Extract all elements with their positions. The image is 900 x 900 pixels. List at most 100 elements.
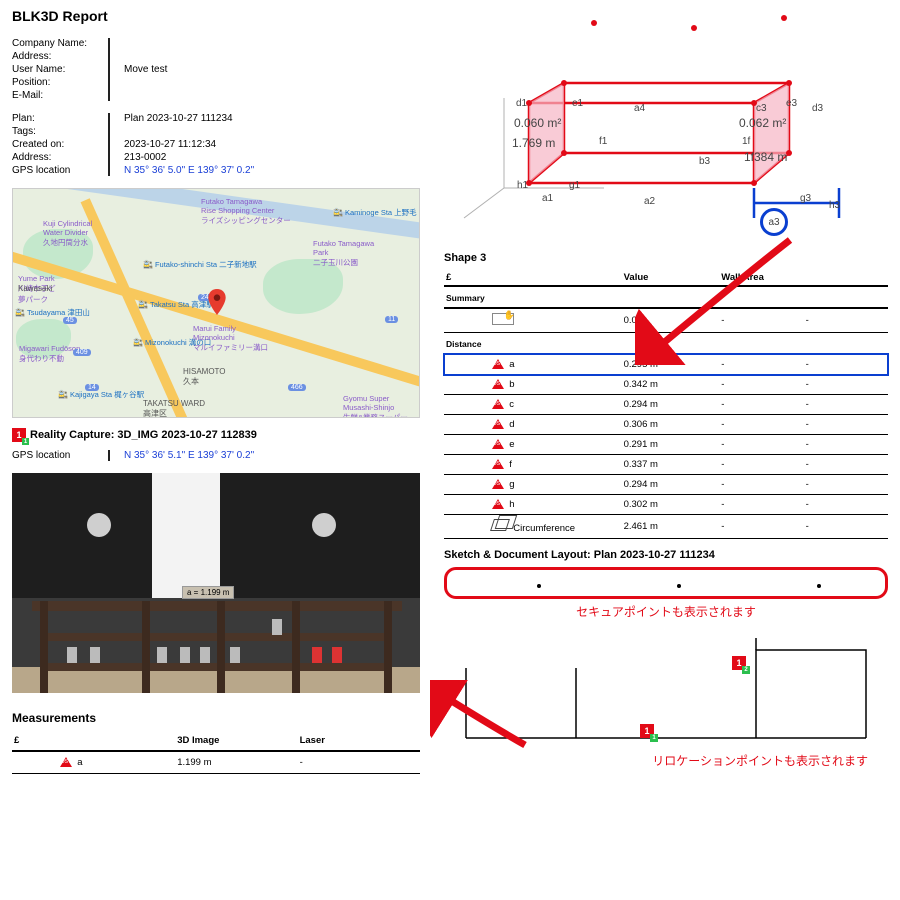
row-name: e	[509, 439, 514, 450]
d3-a4: a4	[634, 103, 645, 114]
row-name: f	[509, 459, 512, 470]
row-val: 0.302 m	[622, 495, 720, 515]
row-val: 0.291 m	[622, 435, 720, 455]
rc-gps-label: GPS location	[12, 450, 108, 461]
poi-gyomu: Gyomu Super Musashi-Shinjo 生鮮&業務スーパー	[343, 394, 408, 418]
sec-summary: Summary	[444, 286, 888, 308]
d3-c3: c3	[756, 103, 767, 114]
circ-label: Circumference	[513, 523, 575, 534]
rc-gps-value[interactable]: N 35° 36' 5.1" E 139° 37' 0.2"	[124, 450, 254, 461]
d3-len2: 1f384 m	[744, 150, 787, 164]
reality-capture-icon: 11	[12, 428, 26, 442]
value-created: 2023-10-27 11:12:34	[124, 139, 254, 150]
table-row: DST a 1.199 m -	[12, 751, 420, 774]
d3-1f: 1f	[742, 136, 750, 147]
table-row: DST d0.306 m--	[444, 415, 888, 435]
label-created: Created on:	[12, 139, 108, 150]
d3-g1: g1	[569, 180, 580, 191]
shape-col2: Value	[622, 268, 720, 286]
row-name: c	[509, 399, 514, 410]
table-row: DST b0.342 m--	[444, 375, 888, 395]
meas-col2: 3D Image	[175, 731, 297, 751]
d3-b3: b3	[699, 156, 710, 167]
row-val: 0.294 m	[622, 475, 720, 495]
table-row: Circumference 2.461 m--	[444, 515, 888, 539]
annotation-relocation-text: リロケーションポイントも表示されます	[444, 752, 888, 769]
annotation-rect-secure	[444, 567, 888, 599]
relocation-point-icon: 12	[732, 656, 746, 670]
value-gps[interactable]: N 35° 36' 5.0" E 139° 37' 0.2"	[124, 165, 254, 176]
table-row: DST a0.295 m--	[444, 354, 888, 375]
stn-futako: Futako-shinchi Sta 二子新地駅	[143, 259, 257, 270]
circumference-icon	[490, 519, 510, 531]
d3-f1: f1	[599, 136, 607, 147]
sec-distance: Distance	[444, 333, 888, 355]
d3-h3: h3	[829, 200, 840, 211]
label-email: E-Mail:	[12, 90, 108, 101]
shape-title: Shape 3	[444, 252, 888, 264]
label-position: Position:	[12, 77, 108, 88]
distance-icon: DST	[492, 419, 504, 429]
distance-icon: DST	[492, 439, 504, 449]
shape-table: £ Value Wall Area Summary 0.0-- Distance…	[444, 268, 888, 539]
label-company: Company Name:	[12, 38, 108, 49]
lbl-kawasaki: Kawasaki	[18, 284, 52, 293]
measurements-title: Measurements	[12, 711, 420, 725]
meas-col1: £	[12, 731, 175, 751]
report-title: BLK3D Report	[12, 8, 420, 24]
d3-a1: a1	[542, 193, 553, 204]
stn-kaminoge: Kaminoge Sta 上野毛	[333, 207, 417, 218]
shape-col1: £	[444, 268, 622, 286]
map[interactable]: Kuji Cylindrical Water Divider 久地円筒分水 Yu…	[12, 188, 420, 418]
reality-capture-title: Reality Capture: 3D_IMG 2023-10-27 11283…	[30, 429, 257, 441]
circ-val: 2.461 m	[622, 515, 720, 539]
label-user: User Name:	[12, 64, 108, 75]
row-name: d	[509, 419, 514, 430]
meas-row-val: 1.199 m	[175, 751, 297, 774]
table-row: DST e0.291 m--	[444, 435, 888, 455]
poi-futako-sc: Futako Tamagawa Rise Shopping Center ライズ…	[201, 197, 291, 226]
d3-e3: e3	[786, 98, 797, 109]
distance-icon: DST	[492, 359, 504, 369]
table-row: DST h0.302 m--	[444, 495, 888, 515]
d3-len1: 1.769 m	[512, 136, 555, 150]
stn-tsudayama: Tsudayama 津田山	[15, 307, 90, 318]
shape-3d-diagram: d1 e1 a4 c3 e3 d3 0.060 m² 0.062 m² 1.76…	[444, 8, 864, 248]
table-row: DST g0.294 m--	[444, 475, 888, 495]
table-row: DST c0.294 m--	[444, 395, 888, 415]
row-name: b	[509, 379, 514, 390]
annotation-circle-a3: a3	[760, 208, 788, 236]
road-14: 14	[85, 384, 99, 391]
row-name: a	[509, 359, 514, 370]
d3-area2: 0.062 m²	[739, 116, 786, 130]
row-val: 0.342 m	[622, 375, 720, 395]
company-block: Company Name: Address: User Name: Positi…	[12, 38, 420, 101]
lbl-hisamoto: HISAMOTO 久本	[183, 367, 226, 387]
d3-a2: a2	[644, 196, 655, 207]
distance-icon: DST	[60, 757, 72, 767]
value-user: Move test	[124, 64, 167, 75]
d3-e1: e1	[572, 98, 583, 109]
meas-row-laser: -	[298, 751, 420, 774]
map-pin-icon	[208, 289, 226, 315]
row-name: g	[509, 479, 514, 490]
summary-val: 0.0	[622, 308, 720, 333]
meas-row-name: a	[77, 757, 82, 768]
label-planaddr: Address:	[12, 152, 108, 163]
row-name: h	[509, 499, 514, 510]
distance-icon: DST	[492, 379, 504, 389]
label-address: Address:	[12, 51, 108, 62]
sketch-title: Sketch & Document Layout: Plan 2023-10-2…	[444, 549, 888, 561]
distance-icon: DST	[492, 459, 504, 469]
label-tags: Tags:	[12, 126, 108, 137]
table-row: 0.0--	[444, 308, 888, 333]
lbl-takatsu-ward: TAKATSU WARD 高津区	[143, 399, 205, 418]
distance-icon: DST	[492, 399, 504, 409]
value-plan: Plan 2023-10-27 111234	[124, 113, 254, 124]
meas-col3: Laser	[298, 731, 420, 751]
d3-d3: d3	[812, 103, 823, 114]
d3-d1: d1	[516, 98, 527, 109]
poi-kuji: Kuji Cylindrical Water Divider 久地円筒分水	[43, 219, 92, 248]
label-plan: Plan:	[12, 113, 108, 124]
road-466: 466	[288, 384, 306, 391]
